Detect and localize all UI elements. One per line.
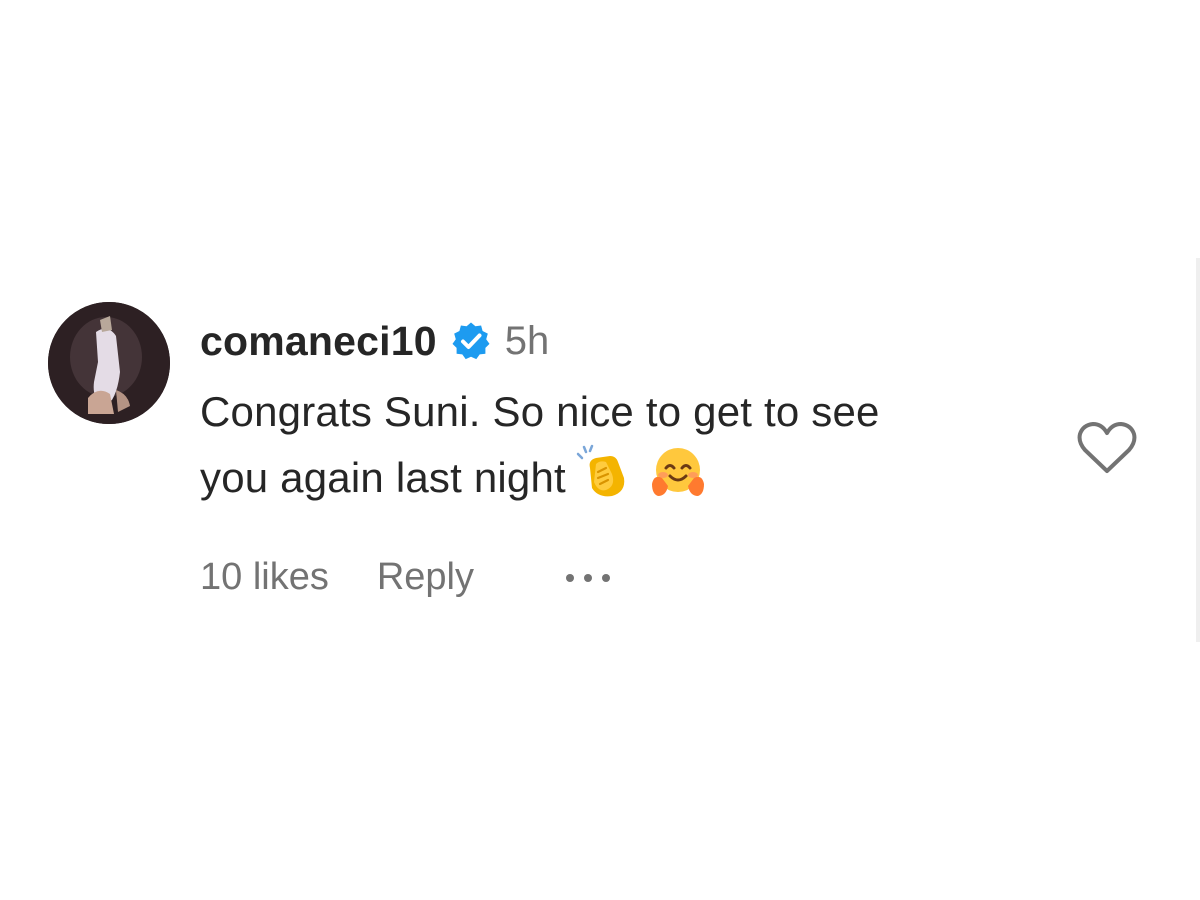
comment-timestamp[interactable]: 5h	[505, 319, 550, 364]
heart-icon[interactable]	[1076, 420, 1138, 476]
clapping-hands-icon	[576, 444, 632, 518]
avatar[interactable]	[48, 302, 170, 424]
more-dot	[602, 573, 610, 582]
more-options-icon[interactable]	[566, 559, 610, 597]
smiling-face-with-open-hands-icon	[650, 444, 706, 518]
side-divider	[1196, 258, 1200, 642]
more-dot	[566, 573, 574, 582]
comment-actions: 10 likes Reply	[200, 556, 1060, 599]
username[interactable]: comaneci10	[200, 318, 437, 365]
reply-button[interactable]: Reply	[377, 556, 474, 599]
comment-text-line-1: Congrats Suni. So nice to get to see	[200, 388, 880, 435]
comment-text-line-2: you again last night	[200, 454, 566, 501]
more-dot	[584, 573, 592, 582]
comment-text: Congrats Suni. So nice to get to see you…	[200, 380, 1060, 518]
verified-badge-icon	[451, 321, 491, 361]
comment-header: comaneci10 5h	[200, 312, 1060, 370]
comment: comaneci10 5h Congrats Suni. So nice to …	[48, 302, 1148, 622]
comment-body: comaneci10 5h Congrats Suni. So nice to …	[200, 312, 1060, 599]
avatar-image	[48, 302, 170, 424]
likes-count[interactable]: 10 likes	[200, 556, 329, 599]
